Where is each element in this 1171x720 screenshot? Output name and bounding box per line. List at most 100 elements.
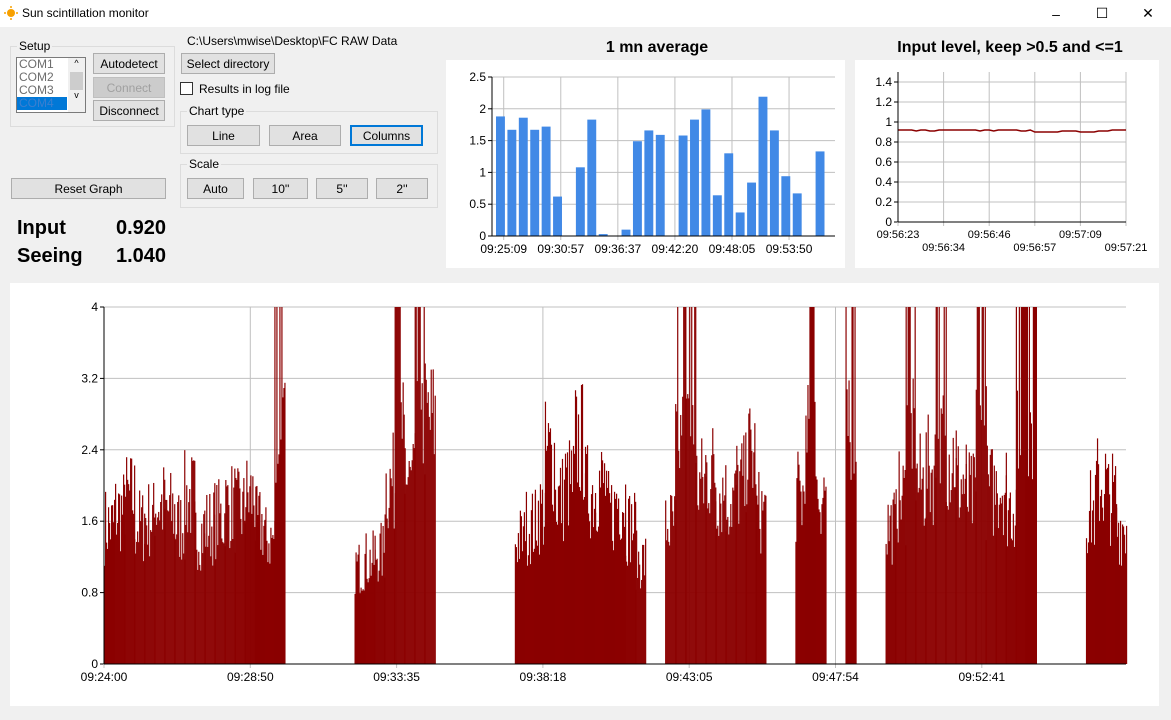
y-tick-label: 3.2 [81, 371, 98, 385]
x-tick-label: 09:43:05 [666, 670, 713, 684]
seeing-bin [945, 430, 957, 664]
x-tick-label: 09:47:54 [812, 670, 859, 684]
seeing-bin [995, 452, 1007, 664]
seeing-bin [204, 492, 216, 664]
scale-5-button[interactable]: 5'' [316, 178, 368, 199]
column-bar [712, 195, 722, 236]
seeing-bin [164, 472, 176, 664]
input-chart-panel: 0 0.2 0.4 0.6 0.8 1 1.2 1.4 09:56:23 09:56:34 09:5… [855, 60, 1159, 268]
column-bar [678, 135, 688, 236]
title-bar: Sun scintillation monitor – ☐ ✕ [0, 0, 1171, 27]
seeing-bin [735, 432, 747, 664]
seeing-bin [675, 307, 687, 664]
scale-10-button[interactable]: 10'' [253, 178, 308, 199]
disconnect-button[interactable]: Disconnect [93, 100, 165, 121]
x-tick-label: 09:33:35 [373, 670, 420, 684]
x-tick-label: 09:25:09 [480, 242, 527, 256]
seeing-bin [244, 460, 256, 664]
seeing-bin [524, 489, 537, 664]
seeing-value: 1.040 [116, 245, 167, 267]
select-directory-button[interactable]: Select directory [181, 53, 275, 74]
seeing-bin [635, 530, 647, 664]
sun-icon [4, 6, 18, 20]
seeing-bin [965, 452, 977, 664]
seeing-bin [1015, 307, 1027, 664]
log-file-checkbox[interactable] [180, 82, 193, 95]
y-tick-label: 2 [479, 102, 486, 116]
avg-chart-title: 1 mn average [605, 39, 709, 56]
input-chart-title: Input level, keep >0.5 and <=1 [897, 39, 1123, 56]
autodetect-button[interactable]: Autodetect [93, 53, 165, 74]
seeing-bin [845, 307, 857, 664]
chart-type-label: Chart type [187, 104, 247, 118]
x-tick-label: 09:57:09 [1059, 229, 1102, 241]
seeing-bin [194, 501, 206, 664]
column-bar [747, 182, 757, 236]
seeing-bin [124, 457, 136, 664]
seeing-bin [895, 451, 907, 664]
line-button[interactable]: Line [187, 125, 260, 146]
x-tick-label: 09:30:57 [537, 242, 584, 256]
column-bar [632, 141, 642, 236]
x-tick-label: 09:48:05 [709, 242, 756, 256]
y-tick-label: 0.2 [875, 195, 892, 209]
y-tick-label: 0 [479, 229, 486, 243]
y-tick-label: 0.8 [875, 135, 892, 149]
seeing-bin [985, 445, 997, 664]
x-tick-label: 09:56:23 [877, 229, 920, 241]
seeing-label: Seeing [17, 245, 83, 267]
y-tick-label: 2.4 [81, 443, 98, 457]
column-bar [735, 212, 745, 236]
y-tick-label: 1 [885, 115, 892, 129]
minimize-button[interactable]: – [1033, 0, 1079, 27]
seeing-bin [1105, 453, 1118, 664]
port-listbox[interactable]: COM1 COM2 COM3 COM4 ^ v [16, 57, 86, 113]
column-bar [496, 116, 505, 236]
seeing-bin [574, 384, 587, 664]
seeing-bin [264, 507, 276, 664]
window-title: Sun scintillation monitor [22, 6, 149, 20]
seeing-bin [104, 491, 116, 664]
seeing-bin [274, 307, 286, 664]
port-item-selected[interactable]: COM4 [17, 97, 67, 110]
scale-auto-button[interactable]: Auto [187, 178, 244, 199]
column-bar [758, 96, 768, 236]
column-bar [792, 193, 802, 236]
seeing-bin [725, 465, 737, 664]
reset-graph-button[interactable]: Reset Graph [11, 178, 166, 199]
seeing-bar [1035, 307, 1038, 664]
columns-button[interactable]: Columns [350, 125, 423, 146]
seeing-bin [1025, 307, 1038, 664]
seeing-bin [514, 510, 527, 664]
seeing-bin [554, 458, 567, 664]
seeing-bin [885, 489, 897, 664]
seeing-bin [144, 482, 156, 664]
seeing-bar [765, 495, 767, 664]
connect-button[interactable]: Connect [93, 77, 165, 98]
scale-2-button[interactable]: 2'' [376, 178, 428, 199]
seeing-bin [695, 438, 707, 664]
maximize-button[interactable]: ☐ [1079, 0, 1125, 27]
seeing-bin [174, 495, 186, 664]
seeing-bar [1125, 525, 1128, 664]
input-label: Input [17, 217, 66, 239]
avg-chart: 0 0.5 1 1.5 2 2.5 09:25:09 09:30:57 09:36:37 09:4… [469, 70, 835, 256]
x-tick-label: 09:36:37 [594, 242, 641, 256]
seeing-bin [955, 444, 967, 664]
column-bar [815, 151, 825, 236]
avg-chart-panel: 0 0.5 1 1.5 2 2.5 09:25:09 09:30:57 09:36:37 09:4… [446, 60, 845, 268]
x-tick-label: 09:56:34 [922, 242, 965, 254]
seeing-bin [184, 450, 196, 664]
column-bar [553, 196, 562, 236]
x-tick-label: 09:52:41 [958, 670, 1005, 684]
scale-label: Scale [187, 157, 222, 171]
x-tick-label: 09:56:46 [968, 229, 1011, 241]
column-bar [701, 109, 711, 236]
column-bar [769, 130, 779, 236]
seeing-bin [935, 307, 947, 664]
listbox-scrollbar[interactable]: ^ v [68, 58, 85, 112]
area-button[interactable]: Area [269, 125, 341, 146]
column-bar [507, 129, 517, 236]
seeing-bin [594, 451, 607, 664]
close-button[interactable]: ✕ [1125, 0, 1171, 27]
